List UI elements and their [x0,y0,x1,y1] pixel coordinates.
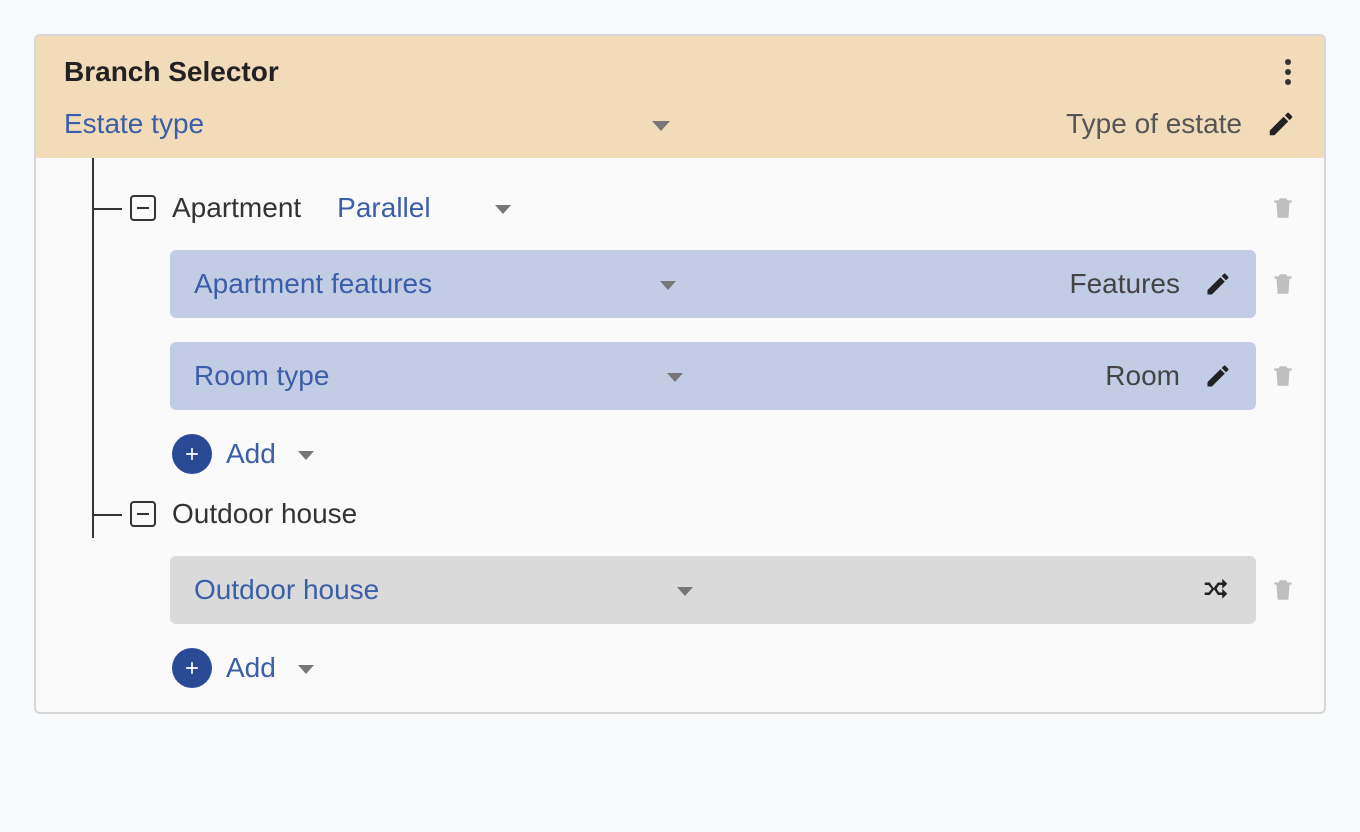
edit-display-label-button[interactable] [1266,109,1296,139]
caret-down-icon [667,373,683,382]
add-child-caret[interactable] [290,438,314,470]
delete-child-button[interactable] [1270,575,1296,605]
delete-branch-button[interactable] [1270,193,1296,223]
branch-children: Apartment features Features [130,238,1296,474]
shuffle-icon [1200,575,1232,605]
child-caret[interactable] [669,574,693,606]
child-display-label: Features [1070,268,1181,300]
caret-down-icon [298,451,314,460]
delete-child-button[interactable] [1270,361,1296,391]
pencil-icon [1204,270,1232,298]
branch-apartment: Apartment Parallel Apartment features [70,178,1296,474]
add-child-caret[interactable] [290,652,314,684]
child-caret[interactable] [659,360,683,392]
panel-title: Branch Selector [64,56,279,88]
caret-down-icon [677,587,693,596]
child-display-label: Room [1105,360,1180,392]
add-child-label[interactable]: Add [226,438,276,470]
child-row: Outdoor house [170,556,1296,624]
plus-icon [182,658,202,678]
estate-type-dropdown[interactable]: Estate type [64,108,204,140]
minus-icon [137,513,149,515]
add-child-button[interactable] [172,648,212,688]
trash-icon [1270,575,1296,605]
trash-icon [1270,361,1296,391]
edit-child-button[interactable] [1204,362,1232,390]
collapse-toggle[interactable] [130,501,156,527]
caret-down-icon [495,205,511,214]
child-row: Apartment features Features [170,250,1296,318]
kebab-icon [1284,58,1292,86]
panel-header: Branch Selector Estate type Type of esta… [36,36,1324,158]
branch-mode-label: Parallel [337,192,430,223]
child-card-apartment-features: Apartment features Features [170,250,1256,318]
estate-type-display-label: Type of estate [1066,108,1242,140]
plus-icon [182,444,202,464]
branch-title: Apartment [172,192,301,224]
branch-title: Outdoor house [172,498,357,530]
branch-children: Outdoor house [130,544,1296,688]
minus-icon [137,207,149,209]
caret-down-icon [298,665,314,674]
estate-type-caret[interactable] [644,108,670,140]
add-child-row: Add [170,648,1296,688]
pencil-icon [1204,362,1232,390]
branch-mode-caret[interactable] [487,192,511,224]
caret-down-icon [660,281,676,290]
shuffle-child-button[interactable] [1200,575,1232,605]
add-child-button[interactable] [172,434,212,474]
child-dropdown[interactable]: Apartment features [194,268,432,300]
child-dropdown[interactable]: Outdoor house [194,574,379,606]
delete-child-button[interactable] [1270,269,1296,299]
branch-outdoor-house: Outdoor house Outdoor house [70,484,1296,688]
child-caret[interactable] [652,268,676,300]
trash-icon [1270,193,1296,223]
branch-selector-panel: Branch Selector Estate type Type of esta… [34,34,1326,714]
add-child-row: Add [170,434,1296,474]
child-dropdown[interactable]: Room type [194,360,329,392]
panel-body: Apartment Parallel Apartment features [36,158,1324,712]
tree-connector-line [92,208,122,210]
collapse-toggle[interactable] [130,195,156,221]
add-child-label[interactable]: Add [226,652,276,684]
caret-down-icon [652,121,670,131]
more-options-button[interactable] [1280,54,1296,90]
edit-child-button[interactable] [1204,270,1232,298]
branch-mode-dropdown[interactable]: Parallel [337,192,430,224]
trash-icon [1270,269,1296,299]
child-card-room-type: Room type Room [170,342,1256,410]
pencil-icon [1266,109,1296,139]
child-row: Room type Room [170,342,1296,410]
tree-connector-line [92,514,122,516]
child-card-outdoor-house: Outdoor house [170,556,1256,624]
